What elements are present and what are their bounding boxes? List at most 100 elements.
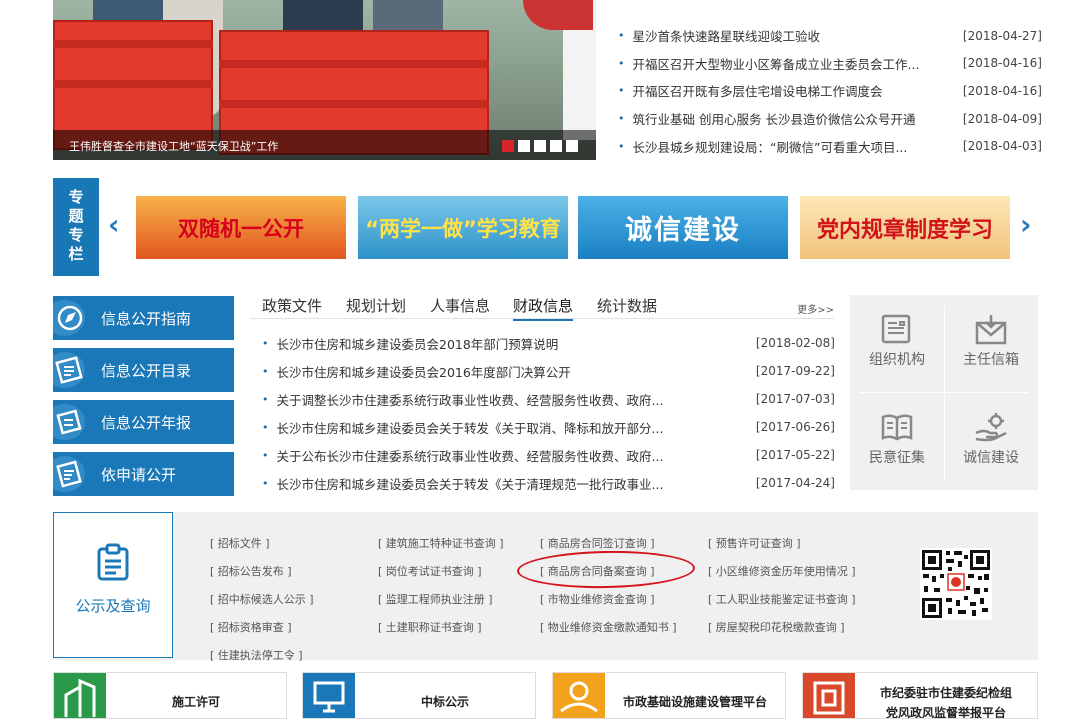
query-link[interactable]: [ 招标文件 ] xyxy=(210,535,270,551)
news-title[interactable]: 关于调整长沙市住建委系统行政事业性收费、经营服务性收费、政府... xyxy=(256,390,664,409)
monitor-icon xyxy=(303,673,355,718)
list-item[interactable]: 长沙市住房和城乡建设委员会关于转发《关于取消、降标和放开部分... [2017-0… xyxy=(256,413,836,441)
query-link[interactable]: [ 商品房合同签订查询 ] xyxy=(540,535,655,551)
banner-chengxin[interactable]: 诚信建设 xyxy=(578,196,788,259)
news-date: [2017-09-22] xyxy=(755,364,835,378)
hero-photo-bar xyxy=(53,80,213,88)
list-item[interactable]: 长沙市住房和城乡建设委员会2018年部门预算说明 [2018-02-08] xyxy=(256,329,836,357)
query-link[interactable]: [ 住建执法停工令 ] xyxy=(210,647,303,663)
menu-label: 信息公开目录 xyxy=(101,361,192,380)
hero-pager-dot[interactable] xyxy=(534,140,546,152)
hero-pager-dot[interactable] xyxy=(502,140,514,152)
news-title[interactable]: 筑行业基础 创用心服务 长沙县造价微信公众号开通 xyxy=(612,109,916,128)
list-item[interactable]: 开福区召开既有多层住宅增设电梯工作调度会 [2018-04-16] xyxy=(612,77,1043,105)
tile-bid-announcement[interactable]: 中标公示 xyxy=(302,672,536,719)
chevron-left-icon[interactable]: ‹ xyxy=(108,208,120,241)
tile-label: 市纪委驻市住建委纪检组 xyxy=(879,686,1012,700)
tab-personnel[interactable]: 人事信息 xyxy=(430,295,490,316)
link-integrity[interactable]: 诚信建设 xyxy=(944,393,1038,490)
tile-construction-permit[interactable]: 施工许可 xyxy=(53,672,287,719)
link-label: 组织机构 xyxy=(869,352,925,368)
list-item[interactable]: 关于调整长沙市住建委系统行政事业性收费、经营服务性收费、政府... [2017-0… xyxy=(256,385,836,413)
query-link[interactable]: [ 招标公告发布 ] xyxy=(210,563,292,579)
query-link[interactable]: [ 招中标候选人公示 ] xyxy=(210,591,314,607)
special-topics-label: 专 题 专 栏 xyxy=(53,178,99,276)
news-date: [2018-04-09] xyxy=(962,111,1042,126)
list-item[interactable]: 长沙市住房和城乡建设委员会关于转发《关于清理规范一批行政事业... [2017-0… xyxy=(256,469,836,497)
form-icon xyxy=(53,452,97,496)
query-link[interactable]: [ 建筑施工特种证书查询 ] xyxy=(378,535,504,551)
query-link[interactable]: [ 小区维修资金历年使用情况 ] xyxy=(708,563,856,579)
more-link[interactable]: 更多>> xyxy=(797,301,834,316)
news-list-finance: 长沙市住房和城乡建设委员会2018年部门预算说明 [2018-02-08] 长沙市… xyxy=(256,329,836,497)
tab-statistics[interactable]: 统计数据 xyxy=(597,295,657,316)
news-title[interactable]: 开福区召开既有多层住宅增设电梯工作调度会 xyxy=(612,81,883,100)
news-date: [2017-06-26] xyxy=(755,420,835,434)
qr-code xyxy=(920,548,992,620)
tab-finance[interactable]: 财政信息 xyxy=(513,295,574,321)
compass-icon xyxy=(53,296,97,340)
list-item[interactable]: 长沙市住房和城乡建设委员会2016年度部门决算公开 [2017-09-22] xyxy=(256,357,836,385)
news-title[interactable]: 长沙市住房和城乡建设委员会关于转发《关于清理规范一批行政事业... xyxy=(256,474,664,493)
quick-links-grid: 组织机构 主任信箱 民意征集 诚信建设 xyxy=(850,295,1038,490)
news-title[interactable]: 开福区召开大型物业小区筹备成立业主委员会工作... xyxy=(612,54,920,73)
news-list-top: 星沙首条快速路星联线迎竣工验收 [2018-04-27] 开福区召开大型物业小区筹… xyxy=(612,22,1043,160)
banner-shuangsuiji[interactable]: 双随机一公开 xyxy=(136,196,346,259)
link-organization[interactable]: 组织机构 xyxy=(850,295,944,392)
menu-apply-disclosure[interactable]: 依申请公开 xyxy=(53,452,234,496)
query-link[interactable]: [ 土建职称证书查询 ] xyxy=(378,619,482,635)
news-title[interactable]: 星沙首条快速路星联线迎竣工验收 xyxy=(612,26,821,45)
list-item[interactable]: 开福区召开大型物业小区筹备成立业主委员会工作... [2018-04-16] xyxy=(612,50,1043,78)
list-item[interactable]: 星沙首条快速路星联线迎竣工验收 [2018-04-27] xyxy=(612,22,1043,50)
query-link[interactable]: [ 监理工程师执业注册 ] xyxy=(378,591,493,607)
news-date: [2018-04-16] xyxy=(962,83,1042,98)
query-link[interactable]: [ 招标资格审查 ] xyxy=(210,619,292,635)
query-link[interactable]: [ 物业维修资金缴款通知书 ] xyxy=(540,619,677,635)
menu-info-guide[interactable]: 信息公开指南 xyxy=(53,296,234,340)
tab-planning[interactable]: 规划计划 xyxy=(346,295,406,316)
news-title[interactable]: 关于公布长沙市住建委系统行政事业性收费、经营服务性收费、政府... xyxy=(256,446,664,465)
news-title[interactable]: 长沙县城乡规划建设局：“刷微信”可看重大项目... xyxy=(612,137,908,156)
news-title[interactable]: 长沙市住房和城乡建设委员会关于转发《关于取消、降标和放开部分... xyxy=(256,418,664,437)
hero-pager-dot[interactable] xyxy=(518,140,530,152)
menu-info-annual[interactable]: 信息公开年报 xyxy=(53,400,234,444)
hero-caption[interactable]: 王伟胜督查全市建设工地“蓝天保卫战”工作 xyxy=(69,138,278,154)
menu-info-catalog[interactable]: 信息公开目录 xyxy=(53,348,234,392)
query-link[interactable]: [ 房屋契税印花税缴款查询 ] xyxy=(708,619,845,635)
list-item[interactable]: 长沙县城乡规划建设局：“刷微信”可看重大项目... [2018-04-03] xyxy=(612,132,1043,160)
query-link[interactable]: [ 市物业维修资金查询 ] xyxy=(540,591,655,607)
link-label: 主任信箱 xyxy=(963,352,1019,368)
special-label-char: 专 xyxy=(68,226,84,244)
news-title[interactable]: 长沙市住房和城乡建设委员会2018年部门预算说明 xyxy=(256,334,559,353)
hero-pager-dot[interactable] xyxy=(566,140,578,152)
link-label: 民意征集 xyxy=(869,450,925,466)
chevron-right-icon[interactable]: › xyxy=(1020,208,1032,241)
list-item[interactable]: 关于公布长沙市住建委系统行政事业性收费、经营服务性收费、政府... [2017-0… xyxy=(256,441,836,469)
landscape-icon xyxy=(553,673,605,718)
banner-label: 双随机一公开 xyxy=(178,216,304,241)
news-title[interactable]: 长沙市住房和城乡建设委员会2016年度部门决算公开 xyxy=(256,362,571,381)
news-date: [2018-02-08] xyxy=(755,336,835,350)
banner-dangnei[interactable]: 党内规章制度学习 xyxy=(800,196,1010,259)
query-link[interactable]: [ 预售许可证查询 ] xyxy=(708,535,801,551)
tab-policy[interactable]: 政策文件 xyxy=(262,295,322,316)
clipboard-icon xyxy=(97,543,129,581)
hero-photo-bar xyxy=(219,100,489,108)
tile-label: 中标公示 xyxy=(420,695,469,709)
query-link[interactable]: [ 工人职业技能鉴定证书查询 ] xyxy=(708,591,856,607)
news-date: [2017-07-03] xyxy=(755,392,835,406)
banner-liangxue[interactable]: “两学一做”学习教育 xyxy=(358,196,568,259)
tile-municipal-platform[interactable]: 市政基础设施建设管理平台 xyxy=(552,672,786,719)
hero-pager-dot[interactable] xyxy=(550,140,562,152)
link-public-opinion[interactable]: 民意征集 xyxy=(850,393,944,490)
news-date: [2017-05-22] xyxy=(755,448,835,462)
list-item[interactable]: 筑行业基础 创用心服务 长沙县造价微信公众号开通 [2018-04-09] xyxy=(612,105,1043,133)
hero-slideshow[interactable]: 王伟胜督查全市建设工地“蓝天保卫战”工作 xyxy=(53,0,596,160)
query-link[interactable]: [ 岗位考试证书查询 ] xyxy=(378,563,482,579)
link-director-mailbox[interactable]: 主任信箱 xyxy=(944,295,1038,392)
query-label-box[interactable]: 公示及查询 xyxy=(53,512,173,658)
hero-photo-sign xyxy=(523,0,593,30)
newspaper-icon xyxy=(850,295,944,349)
tile-discipline-report[interactable]: 市纪委驻市住建委纪检组 党风政风监督举报平台 xyxy=(802,672,1038,719)
list-icon xyxy=(53,348,97,392)
